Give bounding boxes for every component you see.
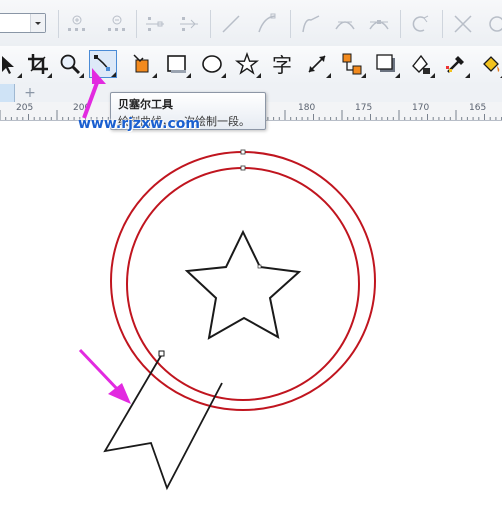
ruler-label: 200 xyxy=(73,103,91,113)
tooltip-title: 贝塞尔工具 xyxy=(118,98,173,111)
rectangle-tool-icon[interactable] xyxy=(163,50,191,78)
close-curve-icon[interactable] xyxy=(486,13,502,35)
toolbar-separator xyxy=(290,10,291,38)
dimension-tool-icon[interactable] xyxy=(303,50,331,78)
toolbox: 字 xyxy=(0,46,502,85)
crop-tool-icon[interactable] xyxy=(24,50,52,78)
svg-text:字: 字 xyxy=(272,53,292,76)
reverse-direction-icon[interactable] xyxy=(410,13,432,35)
delete-node-icon[interactable] xyxy=(106,13,128,35)
connector-tool-icon[interactable] xyxy=(338,50,366,78)
toolbar-separator xyxy=(210,10,211,38)
property-bar xyxy=(0,0,502,47)
smart-fill-tool-icon[interactable] xyxy=(129,50,157,78)
drop-shadow-tool-icon[interactable] xyxy=(372,50,400,78)
ruler-label: 175 xyxy=(355,103,373,113)
toolbar-separator xyxy=(400,10,401,38)
join-nodes-icon[interactable] xyxy=(144,13,166,35)
toolbar-separator xyxy=(136,10,137,38)
document-tab[interactable] xyxy=(0,84,15,102)
toolbar-separator xyxy=(442,10,443,38)
break-curve-icon[interactable] xyxy=(178,13,200,35)
toolbar-separator xyxy=(58,10,59,38)
ruler-label: 165 xyxy=(469,103,487,113)
ruler-label: 170 xyxy=(412,103,430,113)
to-curve-icon[interactable] xyxy=(256,13,278,35)
star-tool-icon[interactable] xyxy=(233,50,261,78)
symmetrical-node-icon[interactable] xyxy=(368,13,390,35)
drawing-canvas[interactable] xyxy=(0,121,502,512)
fill-tool-icon[interactable] xyxy=(477,50,502,78)
ruler-label: 180 xyxy=(298,103,316,113)
zoom-tool-icon[interactable] xyxy=(56,50,84,78)
chevron-down-icon[interactable] xyxy=(30,14,45,32)
cusp-node-icon[interactable] xyxy=(300,13,322,35)
watermark-text: www.rjzxw.com xyxy=(78,116,200,132)
ruler-label: 205 xyxy=(16,103,34,113)
node-type-dropdown[interactable] xyxy=(0,13,46,33)
text-tool-icon[interactable]: 字 xyxy=(268,50,296,78)
smooth-node-icon[interactable] xyxy=(334,13,356,35)
pick-tool-icon[interactable] xyxy=(0,50,22,78)
add-tab-button[interactable]: + xyxy=(22,86,38,100)
add-node-icon[interactable] xyxy=(66,13,88,35)
ellipse-tool-icon[interactable] xyxy=(198,50,226,78)
transparency-tool-icon[interactable] xyxy=(407,50,435,78)
to-line-icon[interactable] xyxy=(220,13,242,35)
bezier-tool-icon[interactable] xyxy=(89,50,117,78)
eyedropper-tool-icon[interactable] xyxy=(442,50,470,78)
extend-curve-icon[interactable] xyxy=(452,13,474,35)
